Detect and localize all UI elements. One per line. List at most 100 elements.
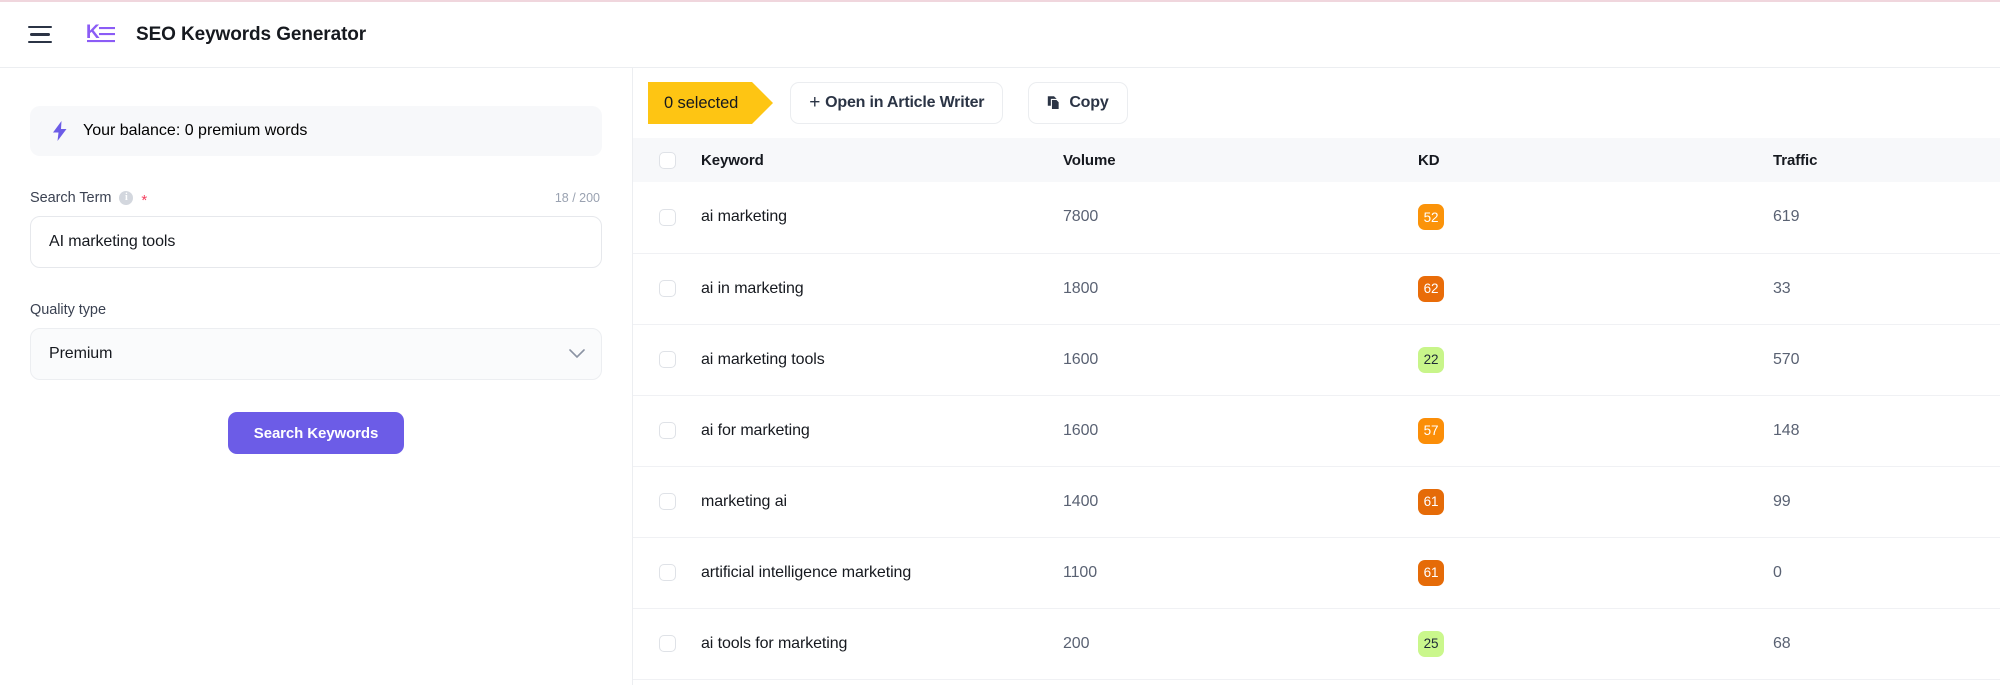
- required-asterisk: *: [141, 193, 147, 208]
- character-counter: 18 / 200: [555, 191, 600, 205]
- quality-type-field: Quality type Premium: [30, 302, 602, 380]
- row-select-cell: [633, 537, 693, 608]
- cell-volume: 7800: [1063, 182, 1418, 253]
- search-term-label: Search Term: [30, 190, 111, 206]
- search-term-label-group: Search Term i *: [30, 190, 147, 206]
- table-row[interactable]: ai marketing780052619: [633, 182, 2000, 253]
- kd-badge: 57: [1418, 418, 1444, 444]
- balance-banner: Your balance: 0 premium words: [30, 106, 602, 156]
- table-row[interactable]: artificial intelligence marketing110061 0: [633, 537, 2000, 608]
- cell-keyword: artificial intelligence marketing: [693, 537, 1063, 608]
- search-term-input[interactable]: [30, 216, 602, 268]
- kd-badge: 52: [1418, 204, 1444, 230]
- plus-icon: +: [809, 93, 820, 112]
- open-in-article-writer-label: Open in Article Writer: [825, 94, 984, 112]
- row-checkbox[interactable]: [659, 422, 676, 439]
- cell-keyword: ai for marketing: [693, 395, 1063, 466]
- open-in-article-writer-button[interactable]: + Open in Article Writer: [790, 82, 1003, 124]
- cell-keyword: ai tools for marketing: [693, 608, 1063, 679]
- cell-keyword: marketing ai: [693, 466, 1063, 537]
- quality-type-label-row: Quality type: [30, 302, 602, 318]
- cell-traffic: 148: [1773, 395, 2000, 466]
- keywords-table-wrap: Keyword Volume KD Traffic ai marketing78…: [633, 138, 2000, 685]
- row-checkbox[interactable]: [659, 280, 676, 297]
- cell-kd: 52: [1418, 182, 1773, 253]
- kd-badge: 61: [1418, 489, 1444, 515]
- cell-volume: 1100: [1063, 537, 1418, 608]
- page-title: SEO Keywords Generator: [136, 24, 366, 46]
- table-body: ai marketing780052619ai in marketing1800…: [633, 182, 2000, 679]
- form-panel: Your balance: 0 premium words Search Ter…: [0, 68, 633, 685]
- kd-badge: 22: [1418, 347, 1444, 373]
- cell-keyword: ai marketing tools: [693, 324, 1063, 395]
- kd-badge: 61: [1418, 560, 1444, 586]
- search-term-field: Search Term i * 18 / 200: [30, 190, 602, 268]
- quality-type-select[interactable]: Premium: [30, 328, 602, 380]
- lightning-bolt-icon: [52, 121, 68, 141]
- row-select-cell: [633, 466, 693, 537]
- cell-volume: 1800: [1063, 253, 1418, 324]
- quality-type-select-wrap: Premium: [30, 328, 602, 380]
- row-checkbox[interactable]: [659, 209, 676, 226]
- quality-type-value: Premium: [49, 345, 112, 363]
- cell-volume: 1600: [1063, 395, 1418, 466]
- cell-traffic: 570: [1773, 324, 2000, 395]
- select-all-header: [633, 138, 693, 182]
- column-header-kd[interactable]: KD: [1418, 138, 1773, 182]
- select-all-checkbox[interactable]: [659, 152, 676, 169]
- cell-kd: 57: [1418, 395, 1773, 466]
- app-root: K SEO Keywords Generator Your balance: 0…: [0, 0, 2000, 685]
- quality-type-label: Quality type: [30, 302, 106, 318]
- cell-traffic: 33: [1773, 253, 2000, 324]
- cell-kd: 62: [1418, 253, 1773, 324]
- hamburger-menu-icon[interactable]: [26, 22, 56, 48]
- table-row[interactable]: ai for marketing160057 148: [633, 395, 2000, 466]
- hamburger-line: [28, 41, 52, 44]
- column-header-keyword[interactable]: Keyword: [693, 138, 1063, 182]
- keywords-k-logo-icon[interactable]: K: [86, 20, 120, 50]
- results-toolbar: 0 selected + Open in Article Writer Copy: [633, 68, 2000, 138]
- row-select-cell: [633, 608, 693, 679]
- cell-keyword: ai marketing: [693, 182, 1063, 253]
- kd-badge: 62: [1418, 276, 1444, 302]
- row-checkbox[interactable]: [659, 351, 676, 368]
- search-keywords-button[interactable]: Search Keywords: [228, 412, 404, 454]
- row-select-cell: [633, 324, 693, 395]
- info-icon[interactable]: i: [119, 191, 133, 205]
- cell-volume: 1600: [1063, 324, 1418, 395]
- cell-traffic: 68: [1773, 608, 2000, 679]
- cell-traffic: 0: [1773, 537, 2000, 608]
- selected-count-badge: 0 selected: [648, 82, 752, 124]
- copy-icon: [1047, 95, 1062, 111]
- copy-button[interactable]: Copy: [1028, 82, 1127, 124]
- copy-icon-svg: [1047, 95, 1062, 111]
- logo-svg: K: [86, 20, 120, 50]
- cell-volume: 1400: [1063, 466, 1418, 537]
- row-checkbox[interactable]: [659, 635, 676, 652]
- cell-volume: 200: [1063, 608, 1418, 679]
- cell-traffic: 99: [1773, 466, 2000, 537]
- quality-type-label-group: Quality type: [30, 302, 106, 318]
- copy-label: Copy: [1069, 94, 1108, 112]
- row-checkbox[interactable]: [659, 564, 676, 581]
- row-select-cell: [633, 182, 693, 253]
- cell-keyword: ai in marketing: [693, 253, 1063, 324]
- main-body: Your balance: 0 premium words Search Ter…: [0, 68, 2000, 685]
- keywords-table: Keyword Volume KD Traffic ai marketing78…: [633, 138, 2000, 680]
- cell-kd: 61: [1418, 466, 1773, 537]
- column-header-traffic[interactable]: Traffic: [1773, 138, 2000, 182]
- table-row[interactable]: marketing ai140061 99: [633, 466, 2000, 537]
- column-header-volume[interactable]: Volume: [1063, 138, 1418, 182]
- svg-text:K: K: [86, 22, 100, 43]
- cell-kd: 25: [1418, 608, 1773, 679]
- app-header: K SEO Keywords Generator: [0, 0, 2000, 68]
- cell-kd: 22: [1418, 324, 1773, 395]
- row-checkbox[interactable]: [659, 493, 676, 510]
- hamburger-line: [28, 26, 52, 29]
- table-row[interactable]: ai in marketing180062 33: [633, 253, 2000, 324]
- table-row[interactable]: ai tools for marketing2002568: [633, 608, 2000, 679]
- table-row[interactable]: ai marketing tools160022 570: [633, 324, 2000, 395]
- balance-text: Your balance: 0 premium words: [83, 122, 307, 140]
- search-term-label-row: Search Term i * 18 / 200: [30, 190, 602, 206]
- results-panel: 0 selected + Open in Article Writer Copy: [633, 68, 2000, 685]
